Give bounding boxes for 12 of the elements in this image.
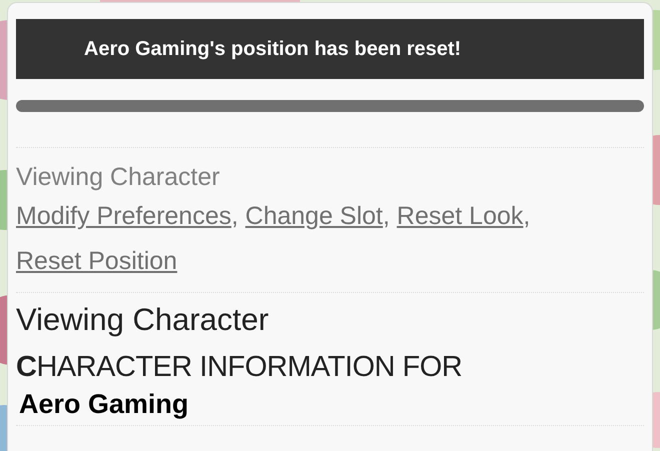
link[interactable]: Reset Position	[16, 247, 178, 275]
page-title: Viewing Character	[16, 162, 221, 193]
link[interactable]: Modify Preferences	[16, 202, 232, 230]
comma-text: ,	[523, 202, 530, 230]
section-heading: CHARACTER INFORMATION FOR	[16, 350, 464, 385]
comma-text: ,	[231, 202, 238, 230]
link[interactable]: Change Slot	[245, 202, 383, 230]
page-heading: Viewing Character	[16, 301, 270, 339]
character-name: Aero Gaming	[18, 388, 190, 421]
comma-text: ,	[382, 202, 390, 230]
notice-message: Aero Gaming's position has been reset!	[84, 37, 462, 62]
link[interactable]: Reset Look	[396, 202, 524, 230]
